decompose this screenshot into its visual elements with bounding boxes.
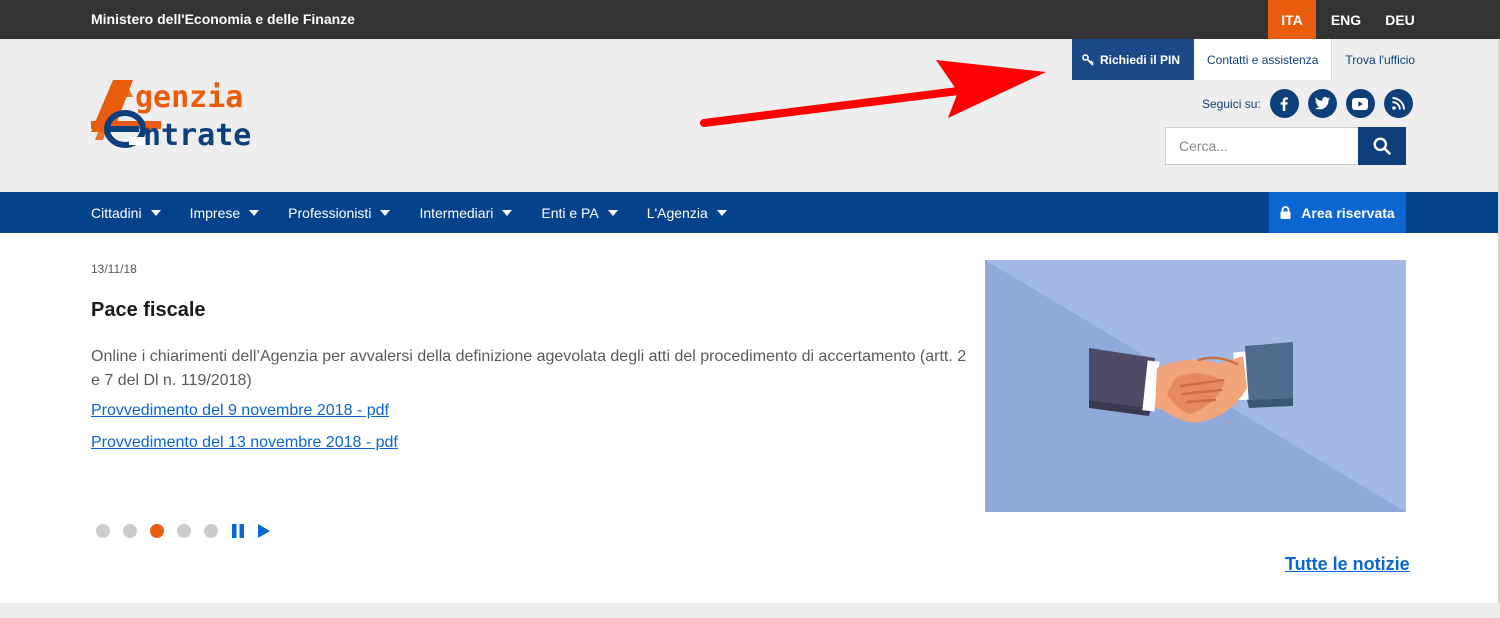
nav-agenzia[interactable]: L'Agenzia	[647, 192, 727, 233]
reserved-area-button[interactable]: Area riservata	[1269, 192, 1406, 233]
request-pin-button[interactable]: Richiedi il PIN	[1072, 39, 1195, 80]
carousel-dot-2[interactable]	[123, 524, 137, 538]
find-office-link[interactable]: Trova l'ufficio	[1332, 39, 1429, 80]
agenzia-entrate-logo[interactable]: genzia ntrate	[89, 77, 309, 149]
carousel-dot-3[interactable]	[150, 524, 164, 538]
provvedimento-13-nov-link[interactable]: Provvedimento del 13 novembre 2018 - pdf	[91, 434, 398, 452]
carousel-dot-4[interactable]	[177, 524, 191, 538]
nav-professionisti[interactable]: Professionisti	[288, 192, 391, 233]
search-button[interactable]	[1358, 127, 1406, 165]
caret-down-icon	[502, 209, 513, 216]
social-bar: Seguici su:	[1202, 89, 1413, 118]
carousel-dot-1[interactable]	[96, 524, 110, 538]
provvedimento-9-nov-link[interactable]: Provvedimento del 9 novembre 2018 - pdf	[91, 402, 389, 420]
caret-down-icon	[607, 209, 618, 216]
nav-imprese-label: Imprese	[189, 204, 241, 221]
nav-intermediari-label: Intermediari	[419, 204, 494, 221]
facebook-icon[interactable]	[1269, 89, 1299, 118]
search-input[interactable]	[1165, 127, 1358, 165]
rss-icon[interactable]	[1383, 89, 1413, 118]
reserved-area-label: Area riservata	[1301, 204, 1395, 221]
main-nav: Cittadini Imprese Professionisti Interme…	[0, 192, 1500, 233]
footer-strip	[0, 603, 1500, 618]
social-label: Seguici su:	[1202, 96, 1261, 111]
news-date: 13/11/18	[91, 262, 137, 276]
nav-intermediari[interactable]: Intermediari	[419, 192, 513, 233]
nav-items: Cittadini Imprese Professionisti Interme…	[91, 192, 756, 233]
nav-cittadini-label: Cittadini	[91, 204, 142, 221]
nav-agenzia-label: L'Agenzia	[646, 204, 708, 221]
nav-professionisti-label: Professionisti	[288, 204, 372, 221]
lang-deu[interactable]: DEU	[1376, 0, 1424, 39]
news-title: Pace fiscale	[91, 299, 206, 321]
carousel-controls	[96, 524, 283, 538]
news-image-handshake	[985, 260, 1406, 512]
key-icon	[1082, 53, 1094, 66]
caret-down-icon	[380, 209, 391, 216]
caret-down-icon	[716, 209, 727, 216]
youtube-icon[interactable]	[1345, 89, 1375, 118]
logo-line1: genzia	[135, 80, 243, 115]
play-icon[interactable]	[257, 524, 271, 538]
caret-down-icon	[249, 209, 260, 216]
search-box	[1165, 127, 1406, 165]
caret-down-icon	[150, 209, 161, 216]
nav-enti-pa-label: Enti e PA	[541, 204, 599, 221]
nav-cittadini[interactable]: Cittadini	[91, 192, 161, 233]
annotation-arrow	[700, 60, 1046, 127]
top-bar: Ministero dell'Economia e delle Finanze …	[0, 0, 1500, 39]
news-description: Online i chiarimenti dell’Agenzia per av…	[91, 348, 967, 389]
utility-links: Richiedi il PIN Contatti e assistenza Tr…	[1072, 39, 1429, 80]
lock-icon	[1280, 206, 1291, 219]
request-pin-label: Richiedi il PIN	[1100, 52, 1181, 67]
all-news-link[interactable]: Tutte le notizie	[1285, 554, 1410, 575]
lang-ita[interactable]: ITA	[1268, 0, 1316, 39]
search-icon	[1373, 137, 1391, 155]
carousel-dot-5[interactable]	[204, 524, 218, 538]
nav-imprese[interactable]: Imprese	[190, 192, 260, 233]
language-switcher: ITA ENG DEU	[1268, 0, 1424, 39]
contacts-link[interactable]: Contatti e assistenza	[1194, 39, 1333, 80]
ministry-link[interactable]: Ministero dell'Economia e delle Finanze	[91, 11, 355, 27]
lang-eng[interactable]: ENG	[1322, 0, 1370, 39]
pause-icon[interactable]	[231, 524, 245, 538]
twitter-icon[interactable]	[1307, 89, 1337, 118]
logo-line2: ntrate	[143, 118, 251, 149]
nav-enti-pa[interactable]: Enti e PA	[541, 192, 618, 233]
